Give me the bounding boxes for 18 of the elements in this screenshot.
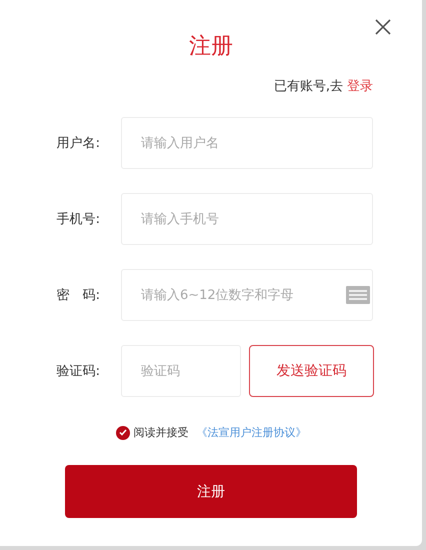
agreement-text: 阅读并接受 (134, 425, 188, 440)
input-field[interactable]: 验证码 (121, 345, 241, 397)
input-field[interactable]: 请输入手机号 (121, 193, 373, 245)
dialog-title: 注册 (188, 33, 234, 61)
checkmark-icon (118, 429, 126, 436)
login-prompt: 已有账号,去 (274, 78, 343, 96)
field-label: 手机号: (56, 211, 100, 228)
field-label: 密 码: (56, 287, 100, 304)
agreement-link[interactable]: 《法宣用户注册协议》 (196, 425, 306, 440)
close-icon[interactable] (375, 19, 391, 35)
register-button[interactable]: 注册 (65, 465, 357, 518)
field-label: 验证码: (56, 363, 100, 380)
input-field[interactable]: 请输入用户名 (121, 117, 373, 169)
checkbox[interactable] (116, 426, 130, 440)
login-link[interactable]: 登录 (347, 78, 373, 96)
field-label: 用户名: (56, 135, 100, 152)
input-field[interactable]: 请输入6~12位数字和字母 (121, 269, 373, 321)
send-code-button[interactable]: 发送验证码 (249, 345, 374, 397)
